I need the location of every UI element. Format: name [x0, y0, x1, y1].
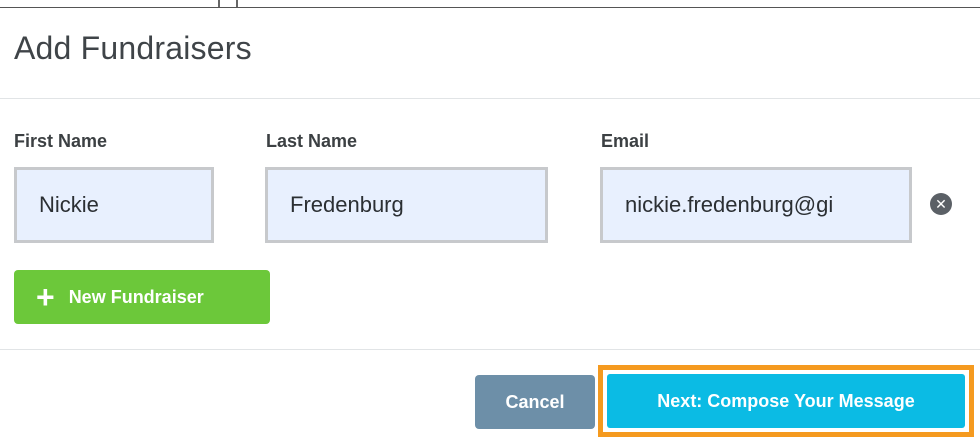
first-name-label: First Name [14, 131, 108, 151]
email-label: Email [601, 131, 650, 151]
remove-fundraiser-icon[interactable]: ✕ [930, 193, 952, 215]
background-divider [236, 0, 238, 7]
last-name-label: Last Name [266, 131, 358, 151]
header-divider [0, 98, 980, 99]
plus-icon: + [36, 279, 55, 315]
modal-title: Add Fundraisers [14, 30, 252, 66]
footer-divider [0, 349, 980, 350]
background-divider [218, 0, 220, 7]
new-fundraiser-label: New Fundraiser [68, 286, 204, 307]
first-name-input[interactable] [14, 167, 214, 243]
new-fundraiser-button[interactable]: + New Fundraiser [14, 270, 270, 324]
email-input[interactable] [600, 167, 912, 243]
last-name-input[interactable] [265, 167, 548, 243]
add-fundraisers-modal: Add Fundraisers First Name Last Name Ema… [0, 0, 980, 441]
cancel-button[interactable]: Cancel [475, 375, 595, 429]
background-page-edge [0, 0, 980, 8]
next-compose-message-button[interactable]: Next: Compose Your Message [607, 374, 965, 428]
